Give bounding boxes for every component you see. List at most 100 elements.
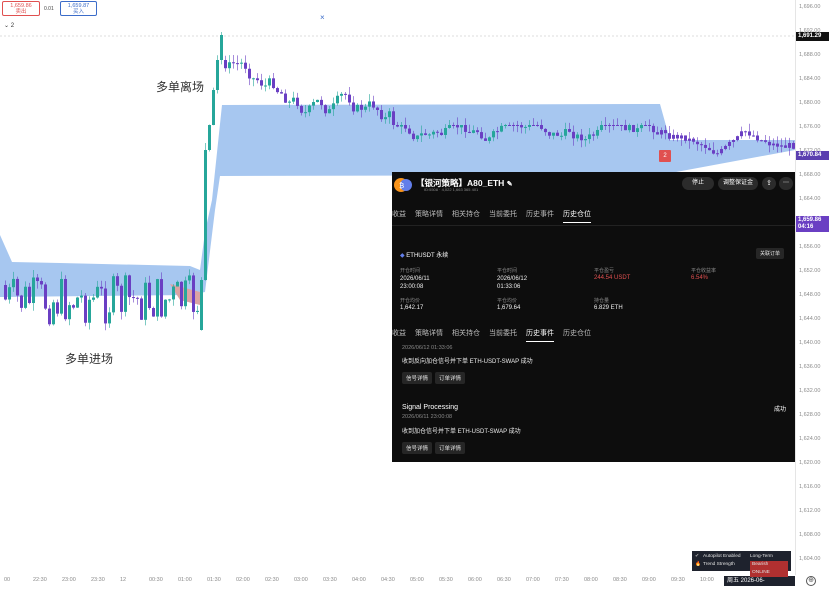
open-time-value: 2026/06/11 23:00:08 <box>400 276 430 290</box>
candle-body <box>576 134 579 139</box>
candle-body <box>420 133 423 136</box>
event-2-signal-details-button[interactable]: 信号详情 <box>402 442 433 454</box>
tab2-history-positions[interactable]: 历史仓位 <box>563 328 591 342</box>
tab-related-positions[interactable]: 相关持仓 <box>452 209 480 223</box>
close-avg-value: 1,679.64 <box>497 305 521 311</box>
candle-body <box>772 143 775 146</box>
position-symbol: ◆ ETHUSDT 永续 <box>400 250 448 259</box>
candle-body <box>532 125 535 126</box>
price-axis[interactable]: 1,696.00 1,692.00 1,688.00 1,684.00 1,680.00… <box>795 0 829 575</box>
event-2-order-details-button[interactable]: 订单详情 <box>435 442 466 454</box>
candle-body <box>680 135 683 139</box>
candle-body <box>444 127 447 135</box>
candle-body <box>516 125 519 126</box>
candle-body <box>44 284 47 309</box>
indicator-count: 2 <box>10 23 15 29</box>
edit-icon[interactable]: ✎ <box>507 181 513 188</box>
tab2-history-events[interactable]: 历史事件 <box>526 328 554 342</box>
sell-quote-button[interactable]: 1,659.86 卖出 <box>2 1 40 16</box>
tab2-current-orders[interactable]: 当前委托 <box>489 328 517 342</box>
position-size-label: 持仓量 <box>594 298 610 304</box>
candle-body <box>348 94 351 103</box>
annotation-entry: 多单进场 <box>65 352 114 366</box>
candle-body <box>248 68 251 79</box>
share-icon[interactable]: ⇪ <box>762 177 776 190</box>
candle-body <box>500 125 503 132</box>
candle-body <box>96 286 99 298</box>
legend-row2-value: Bearish ONLINE <box>750 561 788 577</box>
time-tick: 08:00 <box>584 577 598 583</box>
candle-body <box>492 131 495 138</box>
candle-body <box>552 132 555 136</box>
open-time-label: 开仓时间 <box>400 268 421 274</box>
time-tick: 04:00 <box>352 577 366 583</box>
candle-body <box>476 130 479 133</box>
candle-body <box>208 125 211 150</box>
tab2-strategy-details[interactable]: 策略详情 <box>415 328 443 342</box>
close-time-label: 平仓时间 <box>497 268 518 274</box>
candle-body <box>696 141 699 145</box>
candle-body <box>304 112 307 114</box>
candle-body <box>496 131 499 133</box>
price-tick: 1,696.00 <box>799 4 821 10</box>
event-1-signal-details-button[interactable]: 信号详情 <box>402 372 433 384</box>
tab-history-positions[interactable]: 历史仓位 <box>563 209 591 223</box>
event-1-order-details-button[interactable]: 订单详情 <box>435 372 466 384</box>
time-tick: 22:30 <box>33 577 47 583</box>
candle-body <box>240 62 243 64</box>
candle-body <box>700 144 703 146</box>
event-2-text: 收到加仓信号并下单 ETH-USDT-SWAP 成功 <box>402 429 521 435</box>
candle-body <box>664 130 667 134</box>
time-axis[interactable]: 00 22:30 23:00 23:30 12 00:30 01:00 01:30 02:00 0… <box>0 575 795 587</box>
settings-icon[interactable]: ⊕ <box>806 576 816 586</box>
time-tick: 02:00 <box>236 577 250 583</box>
candle-body <box>364 106 367 110</box>
svg-text:₿: ₿ <box>399 182 404 190</box>
price-tick: 1,640.00 <box>799 340 821 346</box>
close-avg-label: 平仓均价 <box>497 298 518 304</box>
legend-row1-label: Autopilot Enabled <box>703 554 741 559</box>
time-badge-time: 11:40 <box>745 588 761 594</box>
related-orders-button[interactable]: 关联订单 <box>756 248 785 259</box>
tab-history-events[interactable]: 历史事件 <box>526 209 554 223</box>
tab-earnings[interactable]: 收益 <box>392 209 406 223</box>
stop-button[interactable]: 停止 <box>682 177 714 190</box>
time-tick: 09:30 <box>671 577 685 583</box>
candle-body <box>568 129 571 132</box>
candle-body <box>184 280 187 307</box>
adjust-margin-button[interactable]: 调整保证金 <box>718 177 758 190</box>
candle-body <box>720 149 723 154</box>
strategy-subtitle: ID:5508 · 4,022 1,663 365 401 <box>424 187 479 192</box>
time-tick: 09:00 <box>642 577 656 583</box>
candle-body <box>640 125 643 129</box>
more-icon[interactable]: ⋯ <box>779 177 793 190</box>
candle-body <box>412 133 415 140</box>
time-tick: 23:30 <box>91 577 105 583</box>
candle-body <box>160 279 163 317</box>
buy-quote-button[interactable]: 1,659.87 买入 <box>60 1 97 16</box>
candle-body <box>188 275 191 281</box>
candle-body <box>704 144 707 148</box>
candle-body <box>300 105 303 113</box>
candle-body <box>336 95 339 104</box>
candle-body <box>672 134 675 139</box>
signal-marker[interactable]: 2 <box>659 150 671 162</box>
tab-current-orders[interactable]: 当前委托 <box>489 209 517 223</box>
candle-body <box>152 308 155 317</box>
candle-body <box>324 105 327 114</box>
candle-body <box>280 92 283 94</box>
time-tick: 06:00 <box>468 577 482 583</box>
indicator-toggle[interactable]: ⌄ 2 <box>4 22 14 29</box>
candle-body <box>252 78 255 80</box>
candle-body <box>296 97 299 106</box>
price-tick: 1,624.00 <box>799 436 821 442</box>
candle-body <box>504 125 507 126</box>
candle-body <box>460 125 463 128</box>
candle-body <box>520 125 523 128</box>
tab2-related-positions[interactable]: 相关持仓 <box>452 328 480 342</box>
price-tick: 1,684.00 <box>799 76 821 82</box>
time-tick: 00 <box>4 577 11 583</box>
tab-strategy-details[interactable]: 策略详情 <box>415 209 443 223</box>
tab2-earnings[interactable]: 收益 <box>392 328 406 342</box>
candle-body <box>72 305 75 308</box>
